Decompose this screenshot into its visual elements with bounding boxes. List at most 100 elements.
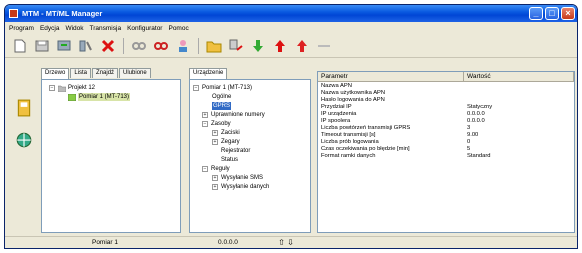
tree-item-zaciski[interactable]: + Zaciski bbox=[212, 129, 240, 137]
window-title: MTM - MT/ML Manager bbox=[22, 9, 103, 18]
param-value[interactable] bbox=[464, 97, 564, 104]
param-value[interactable]: 9.00 bbox=[464, 132, 564, 139]
collapse-toggle[interactable]: − bbox=[202, 166, 208, 172]
param-name: Hasło logowania do APN bbox=[321, 97, 385, 103]
param-value[interactable]: 0 bbox=[464, 139, 564, 146]
param-name: Nazwa użytkownika APN bbox=[321, 90, 386, 96]
param-name: IP spoolera bbox=[321, 118, 351, 124]
menu-widok[interactable]: Widok bbox=[65, 25, 83, 32]
param-value[interactable]: 0.0.0.0 bbox=[464, 118, 564, 125]
tree-item-gprs[interactable]: GPRS bbox=[212, 102, 232, 110]
minimize-button[interactable]: _ bbox=[529, 7, 543, 20]
tree-item-label: Projekt 12 bbox=[68, 85, 96, 91]
status-selected-item: Pomiar 1 bbox=[91, 239, 118, 246]
delete-icon[interactable] bbox=[99, 37, 117, 55]
arrow-up-plus-icon[interactable] bbox=[293, 37, 311, 55]
tree-connect-icon[interactable] bbox=[55, 37, 73, 55]
table-row[interactable]: Nazwa użytkownika APN bbox=[318, 90, 574, 97]
save-icon[interactable] bbox=[33, 37, 51, 55]
tree-item-project[interactable]: − Projekt 12 bbox=[49, 84, 95, 92]
param-name: Czas oczekiwania po błędzie [min] bbox=[321, 146, 410, 152]
param-value[interactable] bbox=[464, 90, 564, 97]
expand-toggle[interactable]: + bbox=[212, 184, 218, 190]
param-value[interactable] bbox=[464, 83, 564, 90]
expand-toggle[interactable]: + bbox=[202, 112, 208, 118]
tree-item-wysylanie-sms[interactable]: + Wysyłanie SMS bbox=[212, 174, 263, 182]
table-row[interactable]: Nazwa APN bbox=[318, 83, 574, 90]
tab-lista[interactable]: Lista bbox=[70, 68, 92, 78]
expand-toggle[interactable]: + bbox=[212, 175, 218, 181]
arrow-up-icon[interactable] bbox=[271, 37, 289, 55]
tree-item-status[interactable]: Status bbox=[221, 156, 238, 164]
tree-item-ogolne[interactable]: Ogólne bbox=[212, 93, 231, 101]
tab-ulubione[interactable]: Ulubione bbox=[119, 68, 151, 78]
param-name: Przydział IP bbox=[321, 104, 352, 110]
menu-pomoc[interactable]: Pomoc bbox=[168, 25, 188, 32]
folder-icon[interactable] bbox=[205, 37, 223, 55]
link-icon[interactable] bbox=[130, 37, 148, 55]
tree-item-rejestrator[interactable]: Rejestrator bbox=[221, 147, 250, 155]
tree-item-measurement[interactable]: Pomiar 1 (MT-713) bbox=[68, 93, 131, 101]
tab-urzadzenie[interactable]: Urządzenie bbox=[189, 68, 228, 79]
table-row[interactable]: Timeout transmisji [s] 9.00 bbox=[318, 132, 574, 139]
network-icon[interactable] bbox=[13, 129, 35, 151]
tree-item-label: Wysyłanie SMS bbox=[221, 175, 263, 181]
table-row[interactable]: Liczba prób logowania 0 bbox=[318, 139, 574, 146]
expand-toggle[interactable]: + bbox=[212, 130, 218, 136]
tree-item-zasoby[interactable]: − Zasoby bbox=[202, 120, 231, 128]
param-name: Liczba prób logowania bbox=[321, 139, 379, 145]
tree-item-reguly[interactable]: − Reguły bbox=[202, 165, 230, 173]
table-row[interactable]: IP urządzenia 0.0.0.0 bbox=[318, 111, 574, 118]
tree-item-label: Rejestrator bbox=[221, 148, 251, 154]
column-header-wartosc[interactable]: Wartość bbox=[464, 72, 574, 81]
tree-item-label: Pomiar 1 (MT-713) bbox=[78, 93, 131, 101]
menu-program[interactable]: Program bbox=[9, 25, 34, 32]
param-value[interactable]: Statyczny bbox=[464, 104, 564, 111]
status-ip-address: 0.0.0.0 bbox=[218, 239, 238, 246]
project-tree-panel: − Projekt 12 Pomiar 1 (MT-713) bbox=[41, 79, 181, 233]
param-name: Timeout transmisji [s] bbox=[321, 132, 376, 138]
title-bar[interactable]: MTM - MT/ML Manager _ □ × bbox=[5, 5, 577, 22]
tree-item-label: Pomiar 1 (MT-713) bbox=[202, 85, 253, 91]
param-value[interactable]: Standard bbox=[464, 153, 564, 160]
tree-item-device[interactable]: − Pomiar 1 (MT-713) bbox=[193, 84, 252, 92]
toolbar-separator bbox=[123, 37, 124, 54]
device-panel-tabs: Urządzenie bbox=[189, 68, 228, 79]
param-value[interactable]: 5 bbox=[464, 146, 564, 153]
device-icon[interactable] bbox=[13, 97, 35, 119]
new-document-icon[interactable] bbox=[11, 37, 29, 55]
tab-drzewo[interactable]: Drzewo bbox=[41, 68, 70, 79]
collapse-toggle[interactable]: − bbox=[202, 121, 208, 127]
collapse-toggle[interactable]: − bbox=[193, 85, 199, 91]
arrow-down-icon[interactable] bbox=[249, 37, 267, 55]
app-icon bbox=[9, 9, 18, 18]
collapse-toggle[interactable]: − bbox=[49, 85, 55, 91]
table-row[interactable]: Czas oczekiwania po błędzie [min] 5 bbox=[318, 146, 574, 153]
link-red-icon[interactable] bbox=[152, 37, 170, 55]
tree-disconnect-icon[interactable] bbox=[77, 37, 95, 55]
column-header-parametr[interactable]: Parametr bbox=[318, 72, 464, 81]
close-button[interactable]: × bbox=[561, 7, 575, 20]
tree-item-wysylanie-danych[interactable]: + Wysyłanie danych bbox=[212, 183, 269, 191]
user-icon[interactable] bbox=[174, 37, 192, 55]
tab-znajdz[interactable]: Znajdź bbox=[92, 68, 119, 78]
table-row[interactable]: IP spoolera 0.0.0.0 bbox=[318, 118, 574, 125]
expand-toggle[interactable]: + bbox=[212, 139, 218, 145]
minus-icon[interactable] bbox=[315, 37, 333, 55]
menu-konfigurator[interactable]: Konfigurator bbox=[127, 25, 162, 32]
tree-item-zegary[interactable]: + Zegary bbox=[212, 138, 240, 146]
param-name: Liczba powtórzeń transmisji GPRS bbox=[321, 125, 411, 131]
param-value[interactable]: 0.0.0.0 bbox=[464, 111, 564, 118]
menu-edycja[interactable]: Edycja bbox=[40, 25, 60, 32]
transfer-arrows-icon[interactable]: ⇧ ⇩ bbox=[271, 238, 301, 248]
table-row[interactable]: Format ramki danych Standard bbox=[318, 153, 574, 160]
table-row[interactable]: Przydział IP Statyczny bbox=[318, 104, 574, 111]
tree-item-uprawnione-numery[interactable]: + Uprawnione numery bbox=[202, 111, 265, 119]
transfer-icon[interactable] bbox=[227, 37, 245, 55]
table-row[interactable]: Liczba powtórzeń transmisji GPRS 3 bbox=[318, 125, 574, 132]
param-value[interactable]: 3 bbox=[464, 125, 564, 132]
menu-transmisja[interactable]: Transmisja bbox=[90, 25, 122, 32]
maximize-button[interactable]: □ bbox=[545, 7, 559, 20]
tree-item-label: Wysyłanie danych bbox=[221, 184, 270, 190]
table-row[interactable]: Hasło logowania do APN bbox=[318, 97, 574, 104]
